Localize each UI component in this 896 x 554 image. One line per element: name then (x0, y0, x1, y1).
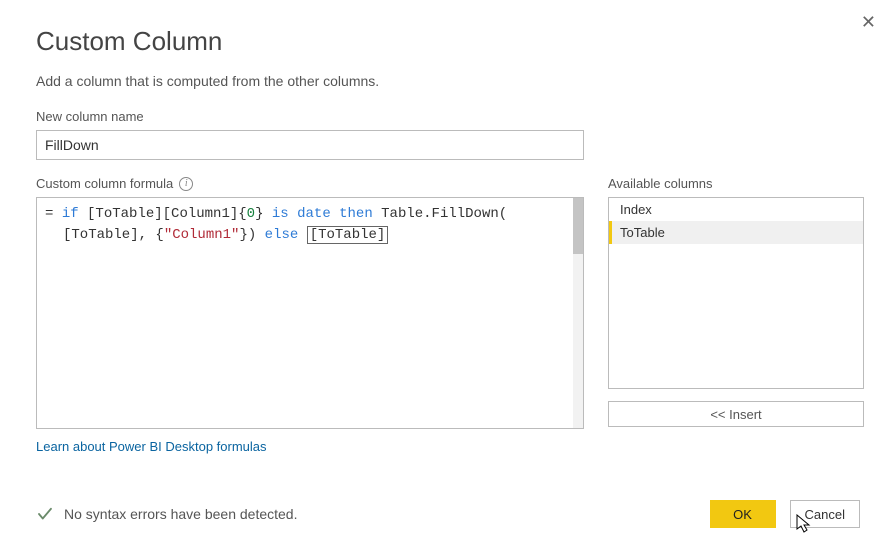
page-title: Custom Column (36, 26, 860, 57)
tok-equals: = (45, 206, 53, 222)
ok-button[interactable]: OK (710, 500, 776, 528)
cancel-button[interactable]: Cancel (790, 500, 860, 528)
check-icon (36, 505, 54, 523)
tok-is: is (272, 206, 289, 222)
tok-string: "Column1" (164, 227, 240, 243)
formula-scrollbar[interactable] (573, 198, 583, 428)
formula-line-1: = if [ToTable][Column1]{0} is date then … (45, 204, 575, 225)
info-icon[interactable]: i (179, 177, 193, 191)
insert-button[interactable]: << Insert (608, 401, 864, 427)
tok-selection: [ToTable] (307, 226, 389, 244)
available-columns-label: Available columns (608, 176, 864, 191)
tok-date: date (297, 206, 331, 222)
available-item-totable[interactable]: ToTable (609, 221, 863, 244)
available-item-index[interactable]: Index (609, 198, 863, 221)
tok-then: then (339, 206, 373, 222)
formula-line-2: [ToTable], {"Column1"}) else [ToTable] (45, 225, 575, 246)
tok-open-br: [ (310, 227, 318, 243)
status-text: No syntax errors have been detected. (64, 506, 297, 522)
tok-else: else (265, 227, 299, 243)
formula-editor[interactable]: = if [ToTable][Column1]{0} is date then … (36, 197, 584, 429)
available-columns-list: Index ToTable (608, 197, 864, 389)
tok-totable: ToTable (318, 227, 377, 243)
page-subtitle: Add a column that is computed from the o… (36, 73, 860, 89)
new-column-name-label: New column name (36, 109, 860, 124)
formula-label: Custom column formula (36, 176, 173, 191)
tok-bracket-1: [ToTable][Column1]{ (87, 206, 247, 222)
close-icon[interactable]: ✕ (855, 8, 882, 37)
tok-bracket-2: } (255, 206, 263, 222)
tok-arg2: }) (239, 227, 256, 243)
tok-arg1: [ToTable], { (63, 227, 164, 243)
tok-if: if (62, 206, 79, 222)
learn-link[interactable]: Learn about Power BI Desktop formulas (36, 439, 584, 454)
tok-close-br: ] (377, 227, 385, 243)
custom-column-dialog: ✕ Custom Column Add a column that is com… (0, 0, 896, 554)
tok-zero: 0 (247, 206, 255, 222)
formula-scroll-thumb[interactable] (573, 198, 583, 254)
tok-fn: Table.FillDown( (381, 206, 507, 222)
new-column-name-input[interactable] (36, 130, 584, 160)
status-bar: No syntax errors have been detected. (36, 505, 297, 523)
